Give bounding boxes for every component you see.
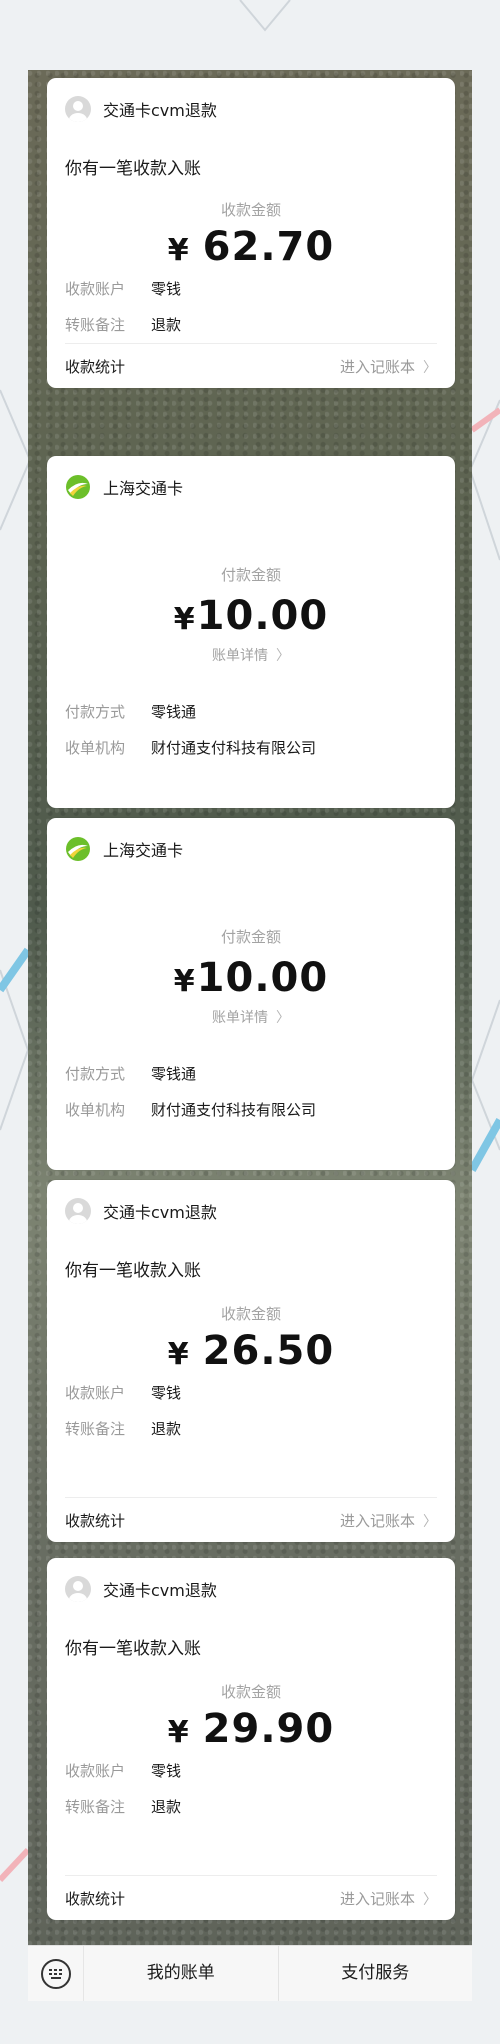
chevron-right-icon: 〉 (423, 359, 437, 376)
ledger-link[interactable]: 进入记账本〉 (340, 1888, 437, 1909)
bill-detail-link[interactable]: 账单详情〉 (47, 1007, 455, 1027)
detail-key: 收单机构 (65, 738, 126, 757)
detail-value: 零钱通 (151, 702, 197, 721)
card-header: 交通卡cvm退款 (47, 1180, 455, 1242)
payment-card[interactable]: 上海交通卡 付款金额 ¥10.00 账单详情〉 付款方式 零钱通 收单机构 财付通支… (47, 818, 455, 1170)
currency-symbol: ¥ (167, 233, 189, 268)
amount: ¥29.90 (47, 1706, 455, 1752)
ledger-link-label: 进入记账本 (339, 357, 415, 376)
detail-key: 收单机构 (65, 1100, 126, 1119)
detail-row: 收单机构 财付通支付科技有限公司 (47, 1091, 455, 1127)
detail-key: 付款方式 (65, 702, 126, 721)
avatar-icon (65, 1198, 91, 1224)
card-title: 上海交通卡 (103, 841, 184, 860)
card-footer[interactable]: 收款统计 进入记账本〉 (65, 1875, 437, 1920)
card-header: 交通卡cvm退款 (47, 1558, 455, 1620)
bill-detail-label: 账单详情 (212, 648, 268, 664)
chevron-right-icon: 〉 (276, 648, 290, 664)
detail-key: 收款账户 (65, 1761, 126, 1780)
detail-key: 收款账户 (65, 279, 126, 298)
receipt-stats-link[interactable]: 收款统计 (65, 1888, 125, 1909)
currency-symbol: ¥ (167, 1715, 189, 1750)
card-title: 交通卡cvm退款 (103, 1203, 217, 1222)
amount-label: 收款金额 (220, 1305, 281, 1323)
amount-value: 10.00 (196, 955, 329, 1001)
detail-value: 零钱 (151, 279, 182, 298)
detail-row: 转账备注 退款 (47, 1410, 455, 1446)
receipt-stats-link[interactable]: 收款统计 (65, 356, 125, 377)
amount-label: 收款金额 (220, 201, 281, 219)
keyboard-icon (40, 1958, 71, 1989)
card-footer[interactable]: 收款统计 进入记账本〉 (65, 343, 437, 388)
shanghai-transport-card-logo-icon (66, 475, 90, 499)
detail-row: 转账备注 退款 (47, 306, 455, 342)
amount: ¥10.00 (47, 955, 455, 1001)
detail-value: 零钱通 (151, 1064, 197, 1083)
card-header: 交通卡cvm退款 (47, 78, 455, 140)
detail-value: 财付通支付科技有限公司 (151, 1100, 317, 1119)
detail-row: 收款账户 零钱 (47, 270, 455, 306)
ledger-link-label: 进入记账本 (339, 1511, 415, 1530)
detail-key: 转账备注 (65, 315, 126, 334)
payment-card[interactable]: 上海交通卡 付款金额 ¥10.00 账单详情〉 付款方式 零钱通 收单机构 财付通支… (47, 456, 455, 808)
detail-key: 转账备注 (65, 1419, 126, 1438)
shanghai-transport-card-logo-icon (66, 837, 90, 861)
chevron-right-icon: 〉 (423, 1513, 437, 1530)
ledger-link[interactable]: 进入记账本〉 (340, 1510, 437, 1531)
detail-row: 收款账户 零钱 (47, 1374, 455, 1410)
avatar-icon (65, 1576, 91, 1602)
ledger-link[interactable]: 进入记账本〉 (340, 356, 437, 377)
my-bills-menu[interactable]: 我的账单 (84, 1946, 278, 2001)
amount-value: 29.90 (202, 1706, 335, 1752)
bill-detail-link[interactable]: 账单详情〉 (47, 645, 455, 665)
card-footer[interactable]: 收款统计 进入记账本〉 (65, 1497, 437, 1542)
currency-symbol: ¥ (167, 1337, 189, 1372)
currency-symbol: ¥ (173, 602, 195, 637)
detail-row: 收单机构 财付通支付科技有限公司 (47, 729, 455, 765)
refund-card[interactable]: 交通卡cvm退款 你有一笔收款入账 收款金额 ¥29.90 收款账户 零钱 转账备… (47, 1558, 455, 1920)
card-title: 交通卡cvm退款 (103, 101, 217, 120)
amount: ¥10.00 (47, 593, 455, 639)
bill-detail-label: 账单详情 (212, 1010, 268, 1026)
card-header: 上海交通卡 (47, 818, 455, 880)
ledger-link-label: 进入记账本 (339, 1889, 415, 1908)
payment-services-menu[interactable]: 支付服务 (279, 1946, 473, 2001)
chevron-right-icon: 〉 (276, 1010, 290, 1026)
notice-text: 你有一笔收款入账 (65, 1639, 201, 1659)
detail-value: 零钱 (151, 1761, 182, 1780)
keyboard-toggle-button[interactable] (28, 1946, 84, 2001)
card-header: 上海交通卡 (47, 456, 455, 518)
chevron-right-icon: 〉 (423, 1891, 437, 1908)
amount-label: 付款金额 (220, 566, 281, 584)
amount-value: 10.00 (196, 593, 329, 639)
currency-symbol: ¥ (173, 964, 195, 999)
amount-value: 62.70 (202, 224, 335, 270)
bottom-menu-bar: 我的账单 支付服务 (28, 1945, 472, 2001)
card-title: 交通卡cvm退款 (103, 1581, 217, 1600)
detail-key: 收款账户 (65, 1383, 126, 1402)
refund-card[interactable]: 交通卡cvm退款 你有一笔收款入账 收款金额 ¥62.70 收款账户 零钱 转账备… (47, 78, 455, 388)
amount-label: 付款金额 (220, 928, 281, 946)
detail-row: 收款账户 零钱 (47, 1752, 455, 1788)
detail-row: 付款方式 零钱通 (47, 1055, 455, 1091)
refund-card[interactable]: 交通卡cvm退款 你有一笔收款入账 收款金额 ¥26.50 收款账户 零钱 转账备… (47, 1180, 455, 1542)
card-title: 上海交通卡 (103, 479, 184, 498)
detail-value: 退款 (151, 1797, 182, 1816)
detail-value: 零钱 (151, 1383, 182, 1402)
receipt-stats-link[interactable]: 收款统计 (65, 1510, 125, 1531)
amount: ¥62.70 (47, 224, 455, 270)
detail-key: 付款方式 (65, 1064, 126, 1083)
detail-key: 转账备注 (65, 1797, 126, 1816)
amount-label: 收款金额 (220, 1683, 281, 1701)
notice-text: 你有一笔收款入账 (65, 159, 201, 179)
avatar-icon (65, 96, 91, 122)
detail-value: 财付通支付科技有限公司 (151, 738, 317, 757)
detail-value: 退款 (151, 1419, 182, 1438)
detail-row: 付款方式 零钱通 (47, 693, 455, 729)
detail-value: 退款 (151, 315, 182, 334)
detail-row: 转账备注 退款 (47, 1788, 455, 1824)
amount: ¥26.50 (47, 1328, 455, 1374)
notice-text: 你有一笔收款入账 (65, 1261, 201, 1281)
amount-value: 26.50 (202, 1328, 335, 1374)
